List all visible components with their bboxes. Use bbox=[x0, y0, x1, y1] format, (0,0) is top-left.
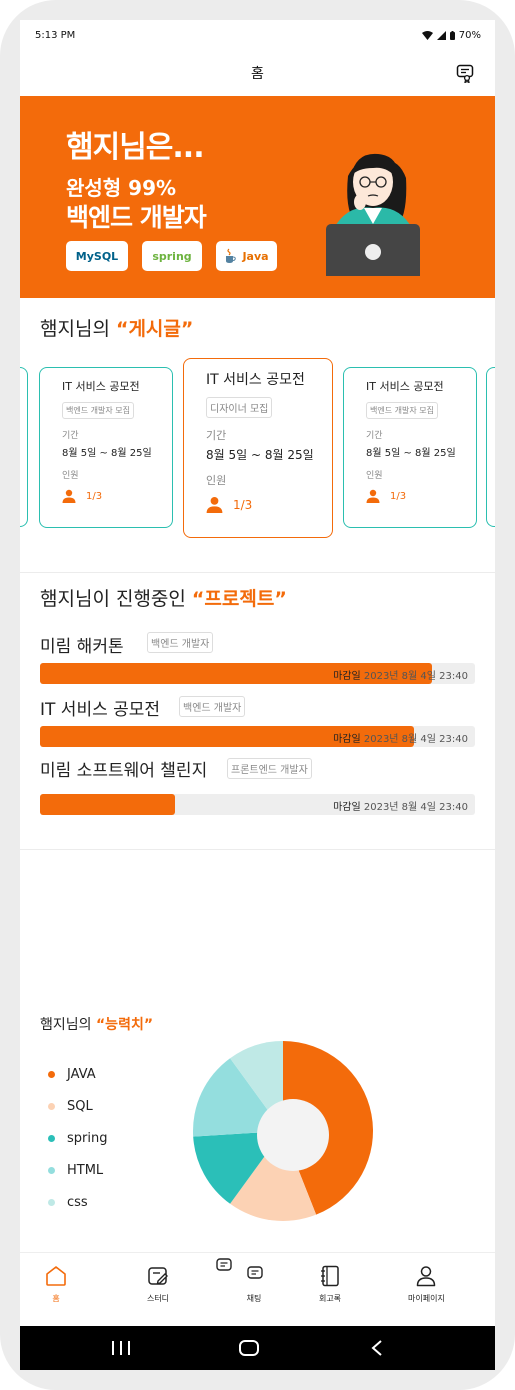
project-tag: 프론트엔드 개발자 bbox=[227, 758, 312, 779]
project-deadline: 마감일 2023년 8월 4일 23:40 bbox=[333, 734, 468, 745]
card-peek-right bbox=[486, 367, 495, 527]
java-cup-icon bbox=[226, 248, 237, 263]
mysql-badge: MySQL bbox=[66, 241, 128, 271]
person-icon bbox=[206, 496, 223, 513]
post-title: IT 서비스 공모전 bbox=[62, 380, 140, 393]
back-icon[interactable] bbox=[370, 1339, 384, 1357]
signal-icon bbox=[436, 30, 446, 40]
projects-section-title: 햄지님이 진행중인 “프로젝트” bbox=[40, 588, 287, 610]
post-tag: 백엔드 개발자 모집 bbox=[366, 402, 438, 419]
battery-icon bbox=[449, 30, 455, 40]
project-progress-bar: 마감일 2023년 8월 4일 23:40 bbox=[40, 794, 475, 815]
post-period: 8월 5일 ~ 8월 25일 bbox=[366, 448, 456, 459]
notebook-icon bbox=[317, 1263, 343, 1289]
system-nav-bar bbox=[20, 1326, 495, 1370]
post-people: 1/3 bbox=[366, 489, 466, 503]
post-title: IT 서비스 공모전 bbox=[206, 372, 305, 388]
legend-dot bbox=[48, 1166, 55, 1174]
card-peek-left bbox=[20, 367, 28, 527]
project-deadline: 마감일 2023년 8월 4일 23:40 bbox=[333, 671, 468, 682]
banner-subline: 완성형 99% bbox=[66, 176, 177, 200]
posts-section-title: 햄지님의 “게시글” bbox=[40, 318, 194, 340]
status-icons: 70% bbox=[421, 29, 481, 41]
project-deadline: 마감일 2023년 8월 4일 23:40 bbox=[333, 802, 468, 813]
post-period-label: 기간 bbox=[206, 429, 227, 442]
nav-home[interactable]: 홈 bbox=[43, 1263, 69, 1304]
project-progress-bar: 마감일 2023년 8월 4일 23:40 bbox=[40, 726, 475, 747]
java-badge: Java bbox=[216, 241, 277, 271]
project-name[interactable]: 미림 소프트웨어 챌린지 bbox=[40, 756, 207, 781]
status-bar: 5:13 PM 70% bbox=[20, 20, 495, 50]
legend-dot bbox=[48, 1070, 55, 1078]
stats-legend: JAVA SQL spring HTML css bbox=[48, 1058, 107, 1218]
edit-icon bbox=[145, 1263, 171, 1289]
pie-center bbox=[257, 1099, 329, 1171]
post-tag: 디자이너 모집 bbox=[206, 397, 273, 418]
post-card[interactable]: IT 서비스 공모전 백엔드 개발자 모집 기간 8월 5일 ~ 8월 25일 … bbox=[343, 367, 477, 528]
screen: 5:13 PM 70% 홈 햄지님은... 완성형 99% 백엔드 개발자 My… bbox=[20, 20, 495, 1370]
nav-mypage[interactable]: 마이페이지 bbox=[408, 1263, 445, 1304]
post-period-label: 기간 bbox=[366, 431, 383, 441]
bottom-nav: 홈 스터디 채팅 회고록 마이페이지 bbox=[20, 1252, 495, 1326]
legend-dot bbox=[48, 1102, 55, 1110]
nav-chat[interactable]: 채팅 bbox=[215, 1257, 265, 1304]
certificate-icon[interactable] bbox=[455, 63, 475, 83]
wifi-icon bbox=[421, 30, 433, 40]
post-card[interactable]: IT 서비스 공모전 백엔드 개발자 모집 기간 8월 5일 ~ 8월 25일 … bbox=[39, 367, 173, 528]
post-people-label: 인원 bbox=[206, 474, 227, 487]
post-card-active[interactable]: IT 서비스 공모전 디자이너 모집 기간 8월 5일 ~ 8월 25일 인원 … bbox=[183, 358, 333, 538]
battery-level: 70% bbox=[458, 29, 481, 41]
post-tag: 백엔드 개발자 모집 bbox=[62, 402, 134, 419]
skills-pie-chart bbox=[193, 1041, 374, 1221]
project-tag: 백엔드 개발자 bbox=[179, 696, 246, 717]
banner-headline: 햄지님은... bbox=[66, 130, 205, 165]
post-people-label: 인원 bbox=[62, 471, 79, 481]
legend-item: css bbox=[48, 1186, 107, 1218]
post-title: IT 서비스 공모전 bbox=[366, 380, 444, 393]
post-people: 1/3 bbox=[206, 496, 322, 513]
section-divider bbox=[20, 849, 495, 850]
banner-role: 백엔드 개발자 bbox=[66, 203, 207, 232]
developer-illustration bbox=[326, 153, 420, 276]
post-period: 8월 5일 ~ 8월 25일 bbox=[206, 448, 314, 462]
legend-item: SQL bbox=[48, 1090, 107, 1122]
home-icon bbox=[43, 1263, 69, 1289]
status-time: 5:13 PM bbox=[35, 29, 76, 41]
legend-item: HTML bbox=[48, 1154, 107, 1186]
project-name[interactable]: IT 서비스 공모전 bbox=[40, 695, 160, 720]
stats-section-title: 햄지님의 “능력치” bbox=[40, 1017, 154, 1033]
post-period-label: 기간 bbox=[62, 431, 79, 441]
post-people: 1/3 bbox=[62, 489, 162, 503]
legend-dot bbox=[48, 1198, 55, 1206]
person-icon bbox=[62, 489, 76, 503]
user-icon bbox=[413, 1263, 439, 1289]
app-header: 홈 bbox=[20, 50, 495, 96]
project-name[interactable]: 미림 해커톤 bbox=[40, 632, 124, 657]
page-title: 홈 bbox=[251, 66, 264, 82]
post-people-label: 인원 bbox=[366, 471, 383, 481]
section-divider bbox=[20, 572, 495, 573]
legend-dot bbox=[48, 1134, 55, 1142]
post-period: 8월 5일 ~ 8월 25일 bbox=[62, 448, 152, 459]
legend-item: JAVA bbox=[48, 1058, 107, 1090]
progress-fill bbox=[40, 794, 175, 815]
project-tag: 백엔드 개발자 bbox=[147, 632, 214, 653]
project-progress-bar: 마감일 2023년 8월 4일 23:40 bbox=[40, 663, 475, 684]
legend-item: spring bbox=[48, 1122, 107, 1154]
person-icon bbox=[366, 489, 380, 503]
recent-apps-icon[interactable] bbox=[110, 1340, 132, 1356]
profile-banner[interactable]: 햄지님은... 완성형 99% 백엔드 개발자 MySQL spring Jav… bbox=[20, 96, 495, 298]
spring-badge: spring bbox=[142, 241, 202, 271]
home-button-icon[interactable] bbox=[238, 1339, 260, 1357]
nav-study[interactable]: 스터디 bbox=[145, 1263, 171, 1304]
nav-retrospect[interactable]: 회고록 bbox=[317, 1263, 343, 1304]
chat-icon bbox=[215, 1257, 265, 1289]
